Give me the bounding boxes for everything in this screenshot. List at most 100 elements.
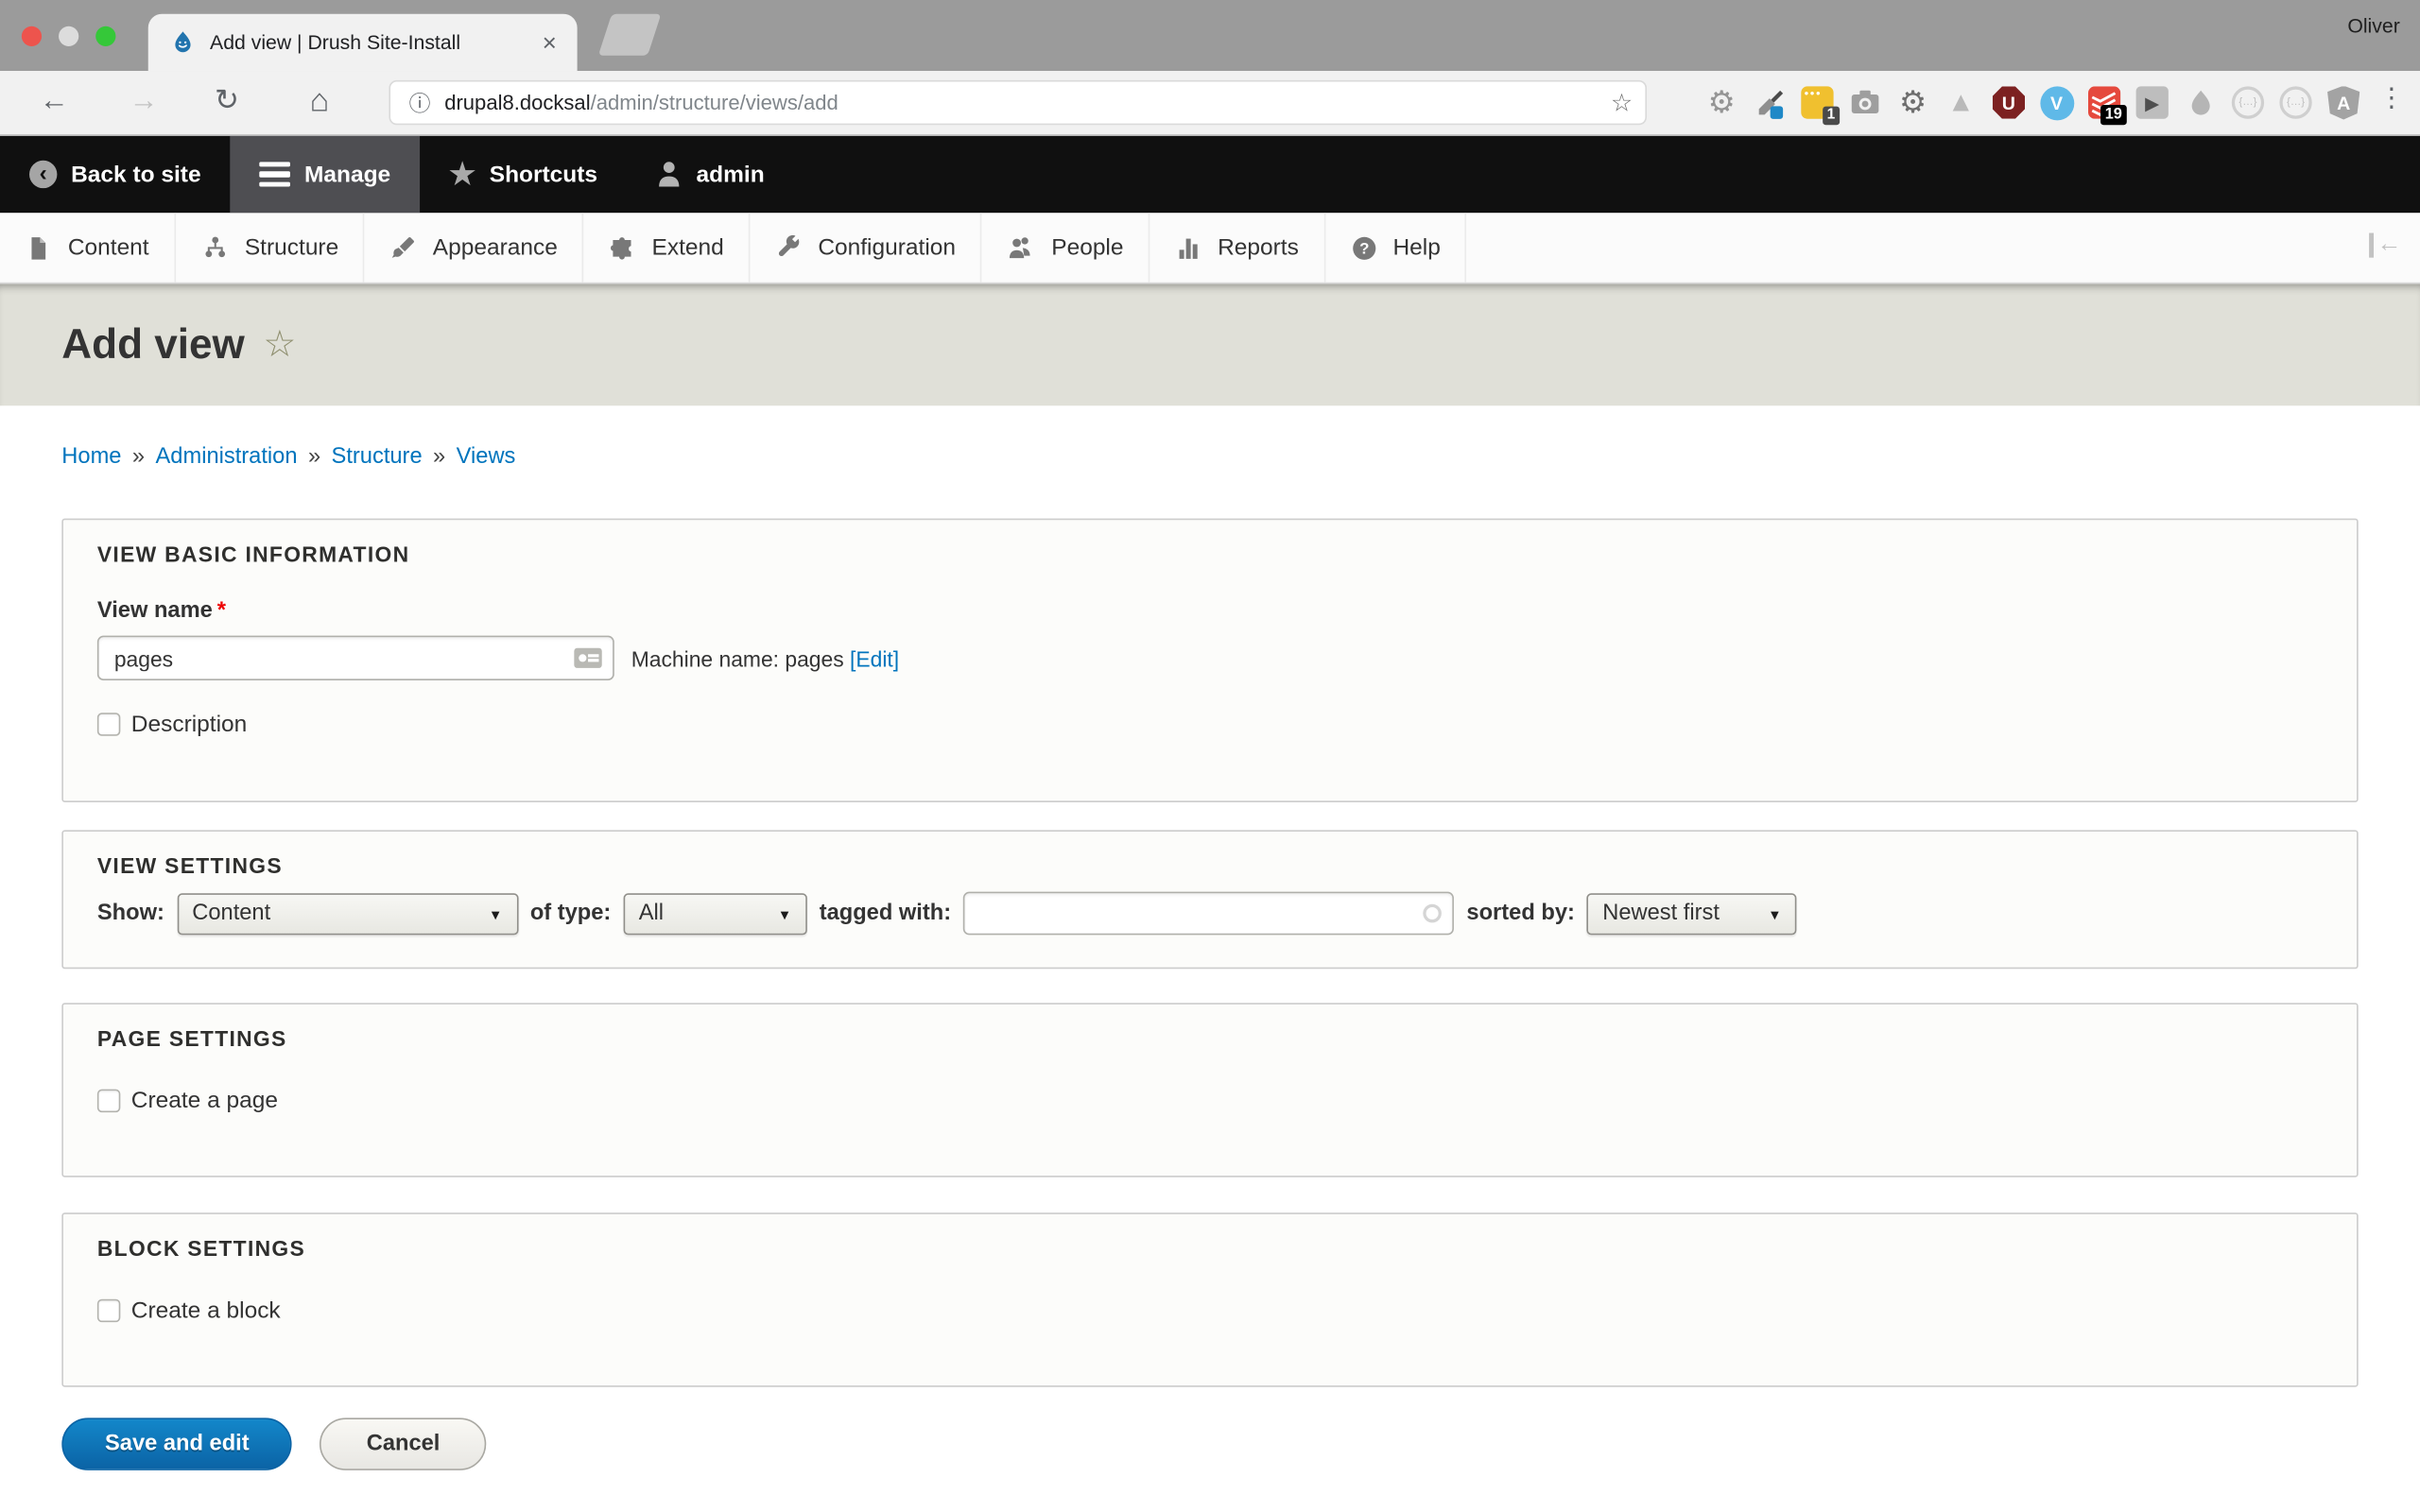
create-page-checkbox[interactable] [97,1090,120,1112]
menu-item-appearance[interactable]: Appearance [365,213,584,282]
gear-extension-icon[interactable] [1703,85,1739,121]
tab-title: Add view | Drush Site-Install [210,31,537,54]
admin-user-label: admin [697,162,765,188]
form-actions: Save and edit Cancel [61,1418,2358,1470]
breadcrumb-separator: » [308,444,320,469]
drupal-extension-icon[interactable] [2183,85,2219,121]
window-controls [22,26,116,46]
tagged-with-input[interactable] [963,892,1454,936]
close-window-button[interactable] [22,26,42,46]
menu-item-label: Configuration [818,234,956,261]
vimeo-extension-icon[interactable]: V [2039,85,2075,121]
menu-item-people[interactable]: People [982,213,1150,282]
block-settings-fieldset: BLOCK SETTINGS Create a block [61,1212,2358,1386]
create-page-row: Create a page [97,1088,2323,1114]
extensions-row: 1 U V 19 A [1703,85,2361,121]
machine-name-value: Machine name: pages [631,645,844,670]
shortcuts-label: Shortcuts [490,162,597,188]
breadcrumb-separator: » [433,444,445,469]
back-button[interactable]: ← [34,80,74,124]
zoom-window-button[interactable] [95,26,115,46]
angular-extension-icon[interactable]: A [2325,85,2361,121]
drupal-admin-toolbar: Back to site Manage Shortcuts admin [0,136,2420,214]
page-info-icon[interactable] [409,87,431,118]
content-icon [25,233,52,261]
breadcrumb-administration[interactable]: Administration [156,444,298,469]
breadcrumb-home[interactable]: Home [61,444,121,469]
colorpicker-extension-icon[interactable] [1752,85,1788,121]
todoist-extension-icon[interactable]: 19 [2086,85,2122,121]
page-content: Home » Administration » Structure » View… [0,405,2420,1470]
show-select[interactable]: Content [177,892,518,934]
menu-item-content[interactable]: Content [0,213,175,282]
menu-item-configuration[interactable]: Configuration [750,213,981,282]
play-glyph [2136,86,2169,118]
bookmark-star-icon[interactable] [1611,87,1633,118]
json-viewer-extension-icon[interactable] [2230,85,2266,121]
menu-item-reports[interactable]: Reports [1150,213,1324,282]
view-name-label-text: View name [97,598,213,623]
ublock-extension-icon[interactable]: U [1991,85,2027,121]
screenshot-extension-badge: 1 [1823,106,1840,125]
reload-button[interactable]: ↻ [207,80,247,124]
people-icon [1007,233,1036,261]
structure-icon [200,233,230,261]
menu-item-label: Extend [651,234,723,261]
back-to-site-link[interactable]: Back to site [0,136,231,214]
menu-item-structure[interactable]: Structure [175,213,365,282]
json-formatter-extension-icon[interactable] [2278,85,2314,121]
svg-text:?: ? [1358,239,1368,257]
manage-label: Manage [304,162,390,188]
page-title-band: Add view [0,284,2420,405]
view-name-input[interactable] [97,636,614,680]
description-checkbox[interactable] [97,713,120,735]
menu-item-label: People [1051,234,1123,261]
tagged-with-wrap [963,892,1454,936]
menu-item-help[interactable]: ? Help [1325,213,1467,282]
description-label: Description [131,712,247,738]
browser-profile-name[interactable]: Oliver [2347,14,2399,37]
cancel-button[interactable]: Cancel [320,1418,487,1470]
manage-tab[interactable]: Manage [231,136,421,214]
new-tab-button[interactable] [598,14,662,56]
save-and-edit-button[interactable]: Save and edit [61,1418,292,1470]
create-page-label: Create a page [131,1088,278,1114]
vimeo-letter: V [2040,86,2074,120]
address-bar[interactable]: drupal8.docksal /admin/structure/views/a… [389,80,1647,125]
todoist-extension-badge: 19 [2100,105,2127,125]
machine-name-edit-link[interactable]: [Edit] [850,645,899,670]
admin-user-tab[interactable]: admin [627,136,794,214]
browser-menu-icon[interactable] [2378,83,2405,114]
chevron-down-icon [1768,900,1782,927]
breadcrumb-structure[interactable]: Structure [332,444,423,469]
reports-icon [1174,233,1201,261]
shortcuts-tab[interactable]: Shortcuts [420,136,627,214]
home-button[interactable]: ⌂ [300,80,339,124]
minimize-window-button[interactable] [59,26,78,46]
dark-gear-extension-icon[interactable] [1895,85,1931,121]
create-block-checkbox[interactable] [97,1299,120,1322]
camera-extension-icon[interactable] [1847,85,1883,121]
menu-item-label: Appearance [433,234,558,261]
extend-icon [609,233,636,261]
play-extension-icon[interactable] [2135,85,2170,121]
sorted-by-select[interactable]: Newest first [1587,892,1797,934]
forward-button[interactable]: → [124,80,164,124]
shortcuts-star-icon [449,157,475,193]
sorted-by-label: sorted by: [1466,901,1574,925]
of-type-select[interactable]: All [623,892,806,934]
breadcrumb-views[interactable]: Views [457,444,516,469]
menu-item-extend[interactable]: Extend [584,213,751,282]
screenshot-extension-icon[interactable]: 1 [1800,85,1836,121]
drupal-favicon-icon [170,29,197,56]
url-path: /admin/structure/views/add [591,91,838,113]
tab-close-icon[interactable] [537,30,562,55]
required-marker: * [217,598,226,623]
create-block-label: Create a block [131,1297,281,1324]
drive-extension-icon[interactable] [1944,85,1979,121]
view-name-input-wrap [97,636,614,680]
browser-tab[interactable]: Add view | Drush Site-Install [148,14,578,71]
toolbar-collapse-button[interactable] [2369,233,2401,258]
back-chevron-icon [29,161,57,188]
menu-item-label: Reports [1218,234,1299,261]
